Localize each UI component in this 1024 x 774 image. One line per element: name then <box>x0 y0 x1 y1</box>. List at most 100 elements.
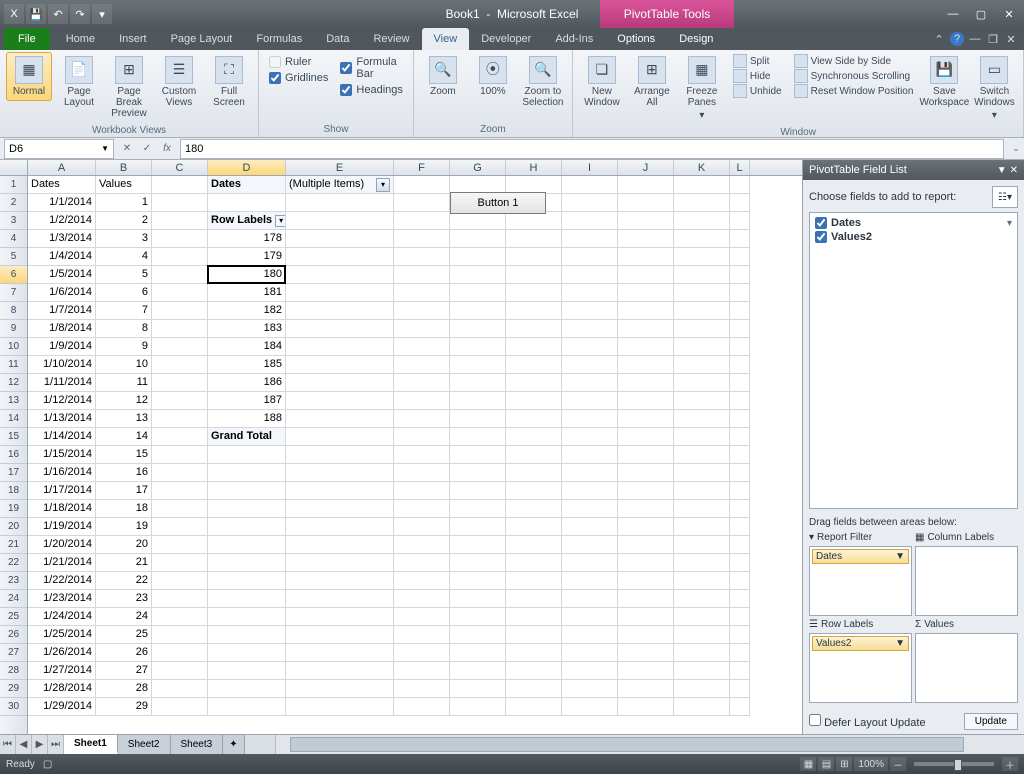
cell[interactable] <box>618 464 674 482</box>
cell[interactable] <box>618 680 674 698</box>
cell[interactable] <box>208 590 286 608</box>
cell[interactable] <box>562 374 618 392</box>
cell[interactable] <box>730 626 750 644</box>
cell[interactable]: 13 <box>96 410 152 428</box>
save-workspace-button[interactable]: 💾Save Workspace <box>921 52 967 112</box>
maximize-icon[interactable]: ▢ <box>970 7 992 21</box>
cell[interactable] <box>618 176 674 194</box>
cell[interactable] <box>562 536 618 554</box>
cell[interactable] <box>394 212 450 230</box>
cell[interactable] <box>674 266 730 284</box>
cell[interactable]: 5 <box>96 266 152 284</box>
cell[interactable] <box>562 446 618 464</box>
cell[interactable] <box>394 176 450 194</box>
cell[interactable] <box>674 572 730 590</box>
cell[interactable] <box>730 608 750 626</box>
cell[interactable] <box>450 302 506 320</box>
row-header[interactable]: 23 <box>0 572 27 590</box>
cell[interactable]: Row Labels ▾ <box>208 212 286 230</box>
column-labels-area[interactable] <box>915 546 1018 616</box>
cell[interactable] <box>450 356 506 374</box>
row-header[interactable]: 26 <box>0 626 27 644</box>
cell[interactable] <box>618 410 674 428</box>
cell[interactable] <box>286 320 394 338</box>
cell[interactable]: 8 <box>96 320 152 338</box>
cell[interactable] <box>152 302 208 320</box>
cell[interactable]: 27 <box>96 662 152 680</box>
cell[interactable]: 4 <box>96 248 152 266</box>
row-header[interactable]: 20 <box>0 518 27 536</box>
normal-view-icon[interactable]: ▦ <box>800 757 816 771</box>
row-header[interactable]: 24 <box>0 590 27 608</box>
cell[interactable] <box>562 644 618 662</box>
cell[interactable] <box>286 572 394 590</box>
cell[interactable]: 1/18/2014 <box>28 500 96 518</box>
column-header-C[interactable]: C <box>152 160 208 175</box>
cell[interactable]: 21 <box>96 554 152 572</box>
select-all-corner[interactable] <box>0 160 28 175</box>
cell[interactable]: 29 <box>96 698 152 716</box>
row-labels-area[interactable]: Values2▼ <box>809 633 912 703</box>
cell[interactable] <box>730 302 750 320</box>
cell[interactable]: 25 <box>96 626 152 644</box>
cell[interactable]: 2 <box>96 212 152 230</box>
cell[interactable] <box>450 320 506 338</box>
cell[interactable] <box>730 482 750 500</box>
cell[interactable] <box>286 212 394 230</box>
cell[interactable] <box>618 500 674 518</box>
cell[interactable] <box>506 680 562 698</box>
cell[interactable]: 1/15/2014 <box>28 446 96 464</box>
cell[interactable] <box>450 212 506 230</box>
cell[interactable] <box>674 482 730 500</box>
cell[interactable] <box>286 194 394 212</box>
cell[interactable] <box>208 536 286 554</box>
cell[interactable]: 1/9/2014 <box>28 338 96 356</box>
cell[interactable] <box>562 230 618 248</box>
cell[interactable] <box>208 500 286 518</box>
cell[interactable] <box>730 518 750 536</box>
undo-icon[interactable]: ↶ <box>48 4 68 24</box>
cell[interactable] <box>394 698 450 716</box>
cell[interactable]: 1/25/2014 <box>28 626 96 644</box>
cell[interactable] <box>674 320 730 338</box>
cell[interactable] <box>450 572 506 590</box>
cell[interactable]: 14 <box>96 428 152 446</box>
cell[interactable] <box>286 248 394 266</box>
cell[interactable] <box>152 464 208 482</box>
cell[interactable] <box>562 554 618 572</box>
cell[interactable] <box>730 644 750 662</box>
cell[interactable] <box>450 662 506 680</box>
formula-bar-checkbox[interactable]: Formula Bar <box>340 56 402 80</box>
cell[interactable] <box>394 266 450 284</box>
qat-dropdown-icon[interactable]: ▾ <box>92 4 112 24</box>
cell[interactable] <box>152 572 208 590</box>
cell[interactable] <box>618 374 674 392</box>
row-header[interactable]: 15 <box>0 428 27 446</box>
cell[interactable] <box>394 554 450 572</box>
close-icon[interactable]: ✕ <box>998 7 1020 21</box>
cell[interactable]: 179 <box>208 248 286 266</box>
cell[interactable] <box>674 698 730 716</box>
column-header-E[interactable]: E <box>286 160 394 175</box>
cell[interactable] <box>674 554 730 572</box>
cell[interactable] <box>618 266 674 284</box>
unhide-button[interactable]: Unhide <box>733 84 782 98</box>
cell[interactable] <box>506 554 562 572</box>
cell[interactable] <box>450 554 506 572</box>
cell[interactable]: 1/24/2014 <box>28 608 96 626</box>
file-tab[interactable]: File <box>4 28 50 50</box>
gridlines-checkbox[interactable]: Gridlines <box>269 72 328 84</box>
cell[interactable] <box>730 284 750 302</box>
tab-formulas[interactable]: Formulas <box>244 28 314 50</box>
cell[interactable] <box>152 662 208 680</box>
cell[interactable] <box>152 608 208 626</box>
row-header[interactable]: 8 <box>0 302 27 320</box>
cell[interactable]: 17 <box>96 482 152 500</box>
column-header-A[interactable]: A <box>28 160 96 175</box>
cell[interactable] <box>286 428 394 446</box>
cell[interactable] <box>286 536 394 554</box>
cell[interactable]: 1/13/2014 <box>28 410 96 428</box>
cell[interactable] <box>506 374 562 392</box>
cell[interactable] <box>208 194 286 212</box>
field-item-values2[interactable]: Values2 <box>813 230 1014 244</box>
